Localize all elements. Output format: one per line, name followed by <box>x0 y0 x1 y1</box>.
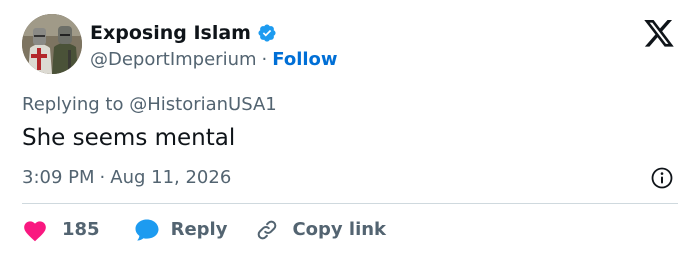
handle-separator: · <box>261 49 268 70</box>
author-display-name[interactable]: Exposing Islam <box>90 21 251 45</box>
x-logo-icon[interactable] <box>642 20 676 50</box>
replying-to-prefix: Replying to <box>22 94 124 115</box>
like-count: 185 <box>62 219 100 240</box>
action-bar: 185 Reply Copy link <box>22 216 386 244</box>
tweet-card: Exposing Islam @DeportImperium · Follow Re… <box>0 0 700 256</box>
author-handle-line: @DeportImperium · Follow <box>90 48 338 72</box>
timestamp-separator: · <box>99 167 106 188</box>
like-button[interactable]: 185 <box>22 218 100 242</box>
avatar-image <box>22 14 82 74</box>
tweet-time: 3:09 PM <box>22 167 95 188</box>
tweet-date: Aug 11, 2026 <box>110 167 232 188</box>
speech-bubble-icon <box>134 218 160 242</box>
author-handle[interactable]: @DeportImperium <box>90 49 257 70</box>
copy-link-label: Copy link <box>292 219 387 240</box>
author-name-row: Exposing Islam <box>90 21 277 45</box>
follow-button[interactable]: Follow <box>272 49 337 70</box>
avatar[interactable] <box>22 14 82 74</box>
reply-button[interactable]: Reply <box>134 218 228 242</box>
reply-label: Reply <box>170 219 228 240</box>
replying-to-mention[interactable]: @HistorianUSA1 <box>129 94 277 115</box>
replying-to-line: Replying to @HistorianUSA1 <box>22 93 277 117</box>
link-icon <box>255 218 279 242</box>
divider <box>22 203 678 204</box>
copy-link-button[interactable]: Copy link <box>255 218 386 242</box>
verified-badge-icon <box>257 23 277 43</box>
info-icon[interactable] <box>650 166 674 190</box>
heart-icon <box>22 218 48 242</box>
tweet-timestamp[interactable]: 3:09 PM · Aug 11, 2026 <box>22 166 231 190</box>
tweet-text: She seems mental <box>22 125 236 151</box>
